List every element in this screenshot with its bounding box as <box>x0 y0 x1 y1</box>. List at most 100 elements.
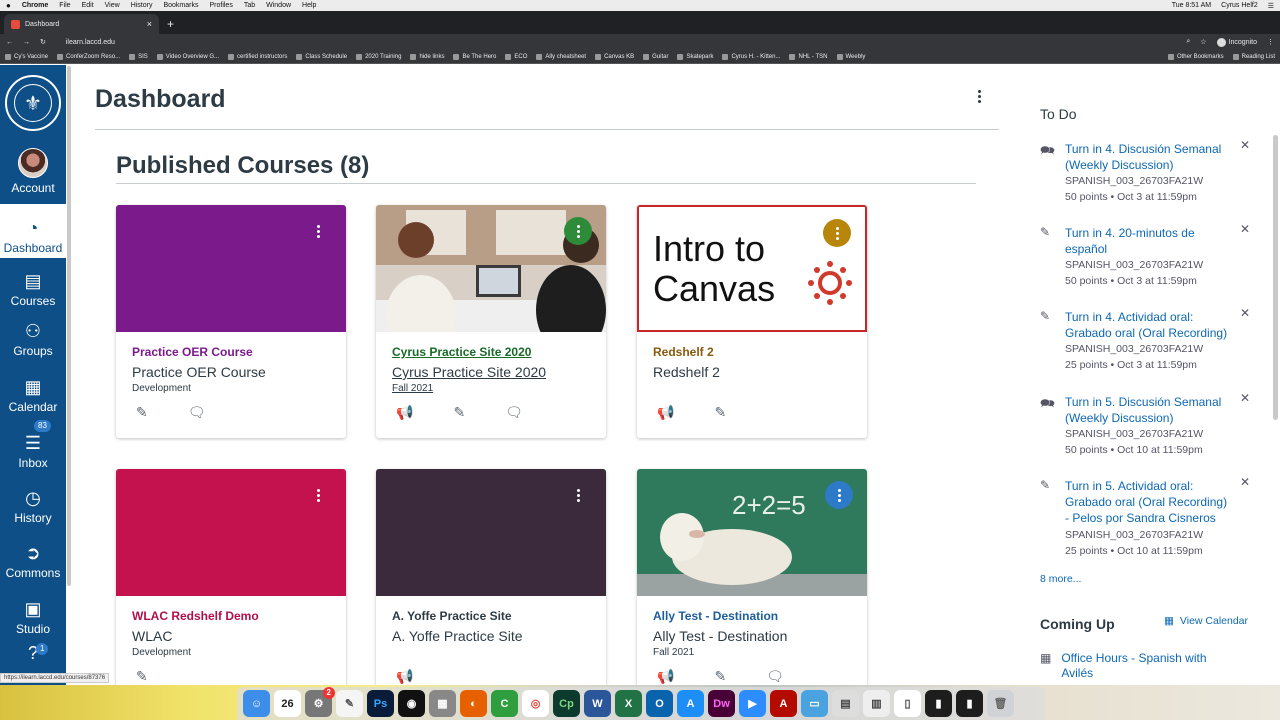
reading-list[interactable]: Reading List <box>1232 53 1275 60</box>
course-name[interactable]: Ally Test - Destination <box>653 628 867 644</box>
url-field[interactable]: ilearn.laccd.edu <box>66 39 115 46</box>
nav-dashboard[interactable]: ◔ Dashboard <box>0 204 66 258</box>
terminal-icon[interactable]: ▮ <box>956 690 983 717</box>
assignments-icon[interactable]: ✎ <box>714 404 726 421</box>
course-name[interactable]: Practice OER Course <box>132 364 346 380</box>
todo-link[interactable]: Turn in 5. Actividad oral: Grabado oral … <box>1065 478 1230 526</box>
terminal-icon[interactable]: ▮ <box>925 690 952 717</box>
card-options-button[interactable] <box>304 217 332 245</box>
todo-link[interactable]: Turn in 4. 20-minutos de español <box>1065 225 1230 257</box>
notes-icon[interactable]: ▥ <box>863 690 890 717</box>
todo-link[interactable]: Turn in 4. Actividad oral: Grabado oral … <box>1065 309 1230 341</box>
user-menu[interactable]: Cyrus Helf2 <box>1221 2 1258 9</box>
course-card-hero[interactable] <box>376 205 606 355</box>
search-icon[interactable]: ⌕ <box>1186 38 1190 46</box>
dismiss-icon[interactable]: ✕ <box>1240 138 1250 152</box>
forward-icon[interactable]: → <box>23 39 30 46</box>
assignments-icon[interactable]: ✎ <box>453 404 465 421</box>
dreamweaver-icon[interactable]: Dw <box>708 690 735 717</box>
card-options-button[interactable] <box>304 481 332 509</box>
course-code[interactable]: WLAC Redshelf Demo <box>132 609 346 623</box>
course-code[interactable]: A. Yoffe Practice Site <box>392 609 606 623</box>
camtasia-icon[interactable]: C <box>491 690 518 717</box>
todo-link[interactable]: Turn in 5. Discusión Semanal (Weekly Dis… <box>1065 394 1230 426</box>
chrome-menu-icon[interactable]: ⋮ <box>1267 38 1274 46</box>
outlook-icon[interactable]: O <box>646 690 673 717</box>
apple-menu-icon[interactable]: ● <box>6 1 11 10</box>
system-preferences-icon[interactable]: ⚙ 2 <box>305 687 335 717</box>
back-icon[interactable]: ← <box>6 39 13 46</box>
menu-view[interactable]: View <box>105 2 120 9</box>
menu-edit[interactable]: Edit <box>82 2 94 9</box>
announcements-icon[interactable]: 📢 <box>657 404 674 421</box>
menu-file[interactable]: File <box>59 2 70 9</box>
course-name[interactable]: A. Yoffe Practice Site <box>392 628 606 644</box>
announcements-icon[interactable]: 📢 <box>396 404 413 421</box>
assignments-icon[interactable]: ✎ <box>714 668 726 685</box>
dashboard-options-button[interactable] <box>978 90 981 103</box>
course-name[interactable]: Redshelf 2 <box>653 364 867 380</box>
zoom-icon[interactable]: ▶ <box>739 690 766 717</box>
bookmark[interactable]: Cyrus H. - Kitten... <box>722 53 780 60</box>
course-card-hero[interactable] <box>376 469 606 596</box>
card-options-button[interactable] <box>823 219 851 247</box>
bookmark[interactable]: ConferZoom Reso... <box>57 53 120 60</box>
close-tab-icon[interactable]: × <box>147 19 152 29</box>
app-store-icon[interactable]: A <box>677 690 704 717</box>
bookmark[interactable]: SIS <box>129 53 148 60</box>
course-card[interactable]: WLAC Redshelf Demo WLAC Development ✎ <box>116 469 346 702</box>
dismiss-icon[interactable]: ✕ <box>1240 222 1250 236</box>
announcements-icon[interactable]: 📢 <box>657 668 674 685</box>
bookmark[interactable]: hide links <box>410 53 444 60</box>
clock[interactable]: Tue 8:51 AM <box>1172 2 1211 9</box>
course-code[interactable]: Redshelf 2 <box>653 345 867 359</box>
textedit-icon[interactable]: ✎ <box>336 690 363 717</box>
course-card-hero[interactable] <box>116 205 346 332</box>
incognito-indicator[interactable]: Incognito <box>1216 37 1257 47</box>
bookmark[interactable]: ECO <box>505 53 527 60</box>
course-code[interactable]: Ally Test - Destination <box>653 609 867 623</box>
nav-groups[interactable]: ⚇ Groups <box>0 307 66 361</box>
dismiss-icon[interactable]: ✕ <box>1240 306 1250 320</box>
course-card[interactable]: 2+2=5 Ally Test - Destination Ally Test … <box>637 469 867 702</box>
menu-tab[interactable]: Tab <box>244 2 255 9</box>
bookmark[interactable]: certified instructors <box>228 53 287 60</box>
menu-help[interactable]: Help <box>302 2 316 9</box>
bookmark[interactable]: Skatepark <box>677 53 713 60</box>
bookmark[interactable]: Video Overview G... <box>156 53 219 60</box>
star-icon[interactable]: ☆ <box>1200 38 1206 46</box>
new-tab-button[interactable]: + <box>167 17 174 31</box>
dismiss-icon[interactable]: ✕ <box>1240 475 1250 489</box>
event-title[interactable]: Office Hours - Spanish with Avilés <box>1061 651 1221 681</box>
nav-inbox[interactable]: ☰ Inbox <box>0 419 66 473</box>
course-card[interactable]: A. Yoffe Practice Site A. Yoffe Practice… <box>376 469 606 702</box>
nav-commons[interactable]: ➲ Commons <box>0 529 66 583</box>
menu-window[interactable]: Window <box>266 2 291 9</box>
course-card-hero[interactable]: Intro to Canvas <box>637 205 867 332</box>
firefox-icon[interactable]: ◐ <box>460 690 487 717</box>
college-logo[interactable]: ⚜ <box>5 75 61 131</box>
finder-icon[interactable]: ☺ <box>243 690 270 717</box>
excel-icon[interactable]: X <box>615 690 642 717</box>
assignments-icon[interactable]: ✎ <box>136 668 148 685</box>
bookmark[interactable]: Ally cheatsheet <box>536 53 586 60</box>
course-card[interactable]: Intro to Canvas Redshelf 2 Redshelf 2 📢 … <box>637 205 867 438</box>
nav-help[interactable]: ? <box>0 629 66 669</box>
folder-icon[interactable]: ▭ <box>801 690 828 717</box>
bookmark[interactable]: NHL - TSN <box>789 53 828 60</box>
view-calendar-link[interactable]: ▦ View Calendar <box>1164 615 1248 627</box>
trash-icon[interactable]: 🗑 <box>987 690 1014 717</box>
card-options-button[interactable] <box>564 217 592 245</box>
preview-icon[interactable]: ▤ <box>832 690 859 717</box>
chrome-icon[interactable]: ◎ <box>522 690 549 717</box>
course-card[interactable]: Cyrus Practice Site 2020 Cyrus Practice … <box>376 205 606 438</box>
app-menu[interactable]: Chrome <box>22 2 48 9</box>
bookmark[interactable]: Cy's Vaccine <box>5 53 48 60</box>
control-center-icon[interactable]: ☰ <box>1268 2 1274 10</box>
dismiss-icon[interactable]: ✕ <box>1240 391 1250 405</box>
card-options-button[interactable] <box>564 481 592 509</box>
browser-tab[interactable]: Dashboard × <box>4 14 159 34</box>
course-name[interactable]: WLAC <box>132 628 346 644</box>
bookmark[interactable]: 2020 Training <box>356 53 401 60</box>
bookmark[interactable]: Guitar <box>643 53 668 60</box>
